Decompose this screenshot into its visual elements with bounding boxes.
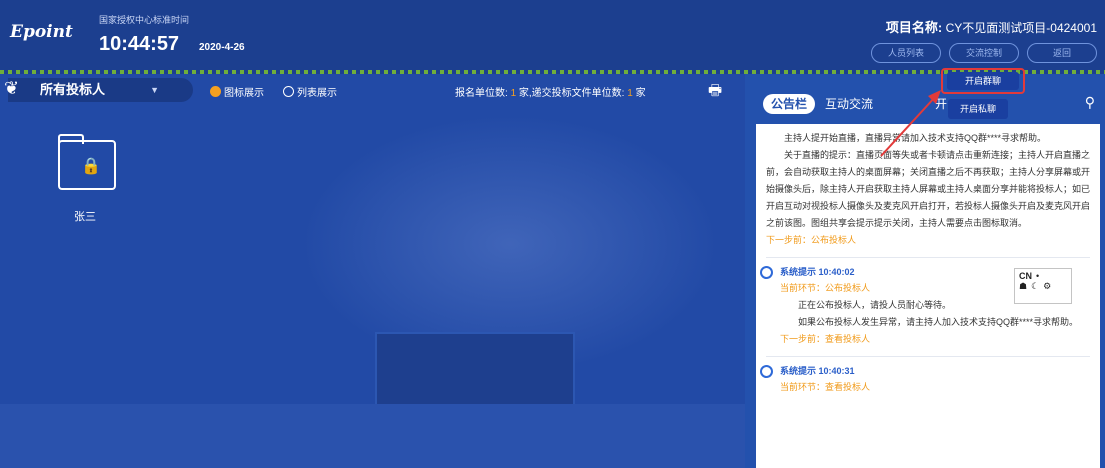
open-private-chat-button[interactable]: 开启私聊 (948, 99, 1008, 119)
open-group-chat-button[interactable]: 开启群聊 (947, 72, 1019, 90)
header-bar: Epoint 国家授权中心标准时间 10:44:57 2020-4-26 项目名… (0, 0, 1105, 74)
clock: 10:44:57 (99, 33, 180, 55)
project-label: 项目名称: (885, 20, 943, 35)
view-list-label: 列表展示 (297, 88, 337, 99)
printer-icon[interactable]: 🖶 (708, 80, 722, 105)
stats-suffix: 家 (635, 88, 646, 99)
stats-mid: 家,递交投标文件单位数: (518, 88, 625, 99)
gear-icon: ⚙ (1043, 281, 1052, 291)
stats-signup-count: 1 (510, 88, 517, 99)
avatar-icon (760, 365, 773, 378)
view-list-radio[interactable]: 列表展示 (283, 84, 337, 99)
system-message-body: 如果公布投标人发生异常，请主持人加入技术支持QQ群****寻求帮助。 (798, 317, 1079, 327)
date: 2020-4-26 (199, 42, 245, 53)
avatar-icon (760, 266, 773, 279)
moon-icon: ☾ (1031, 281, 1040, 291)
time-caption: 国家授权中心标准时间 (99, 15, 190, 25)
search-icon[interactable]: ⚲ (1085, 94, 1095, 111)
bird-icon: ❦ (4, 78, 20, 98)
panel-tabs: 公告栏 互动交流 开 ⚲ (745, 74, 1105, 124)
ime-dot-icon: • (1036, 271, 1040, 281)
bidder-stats: 报名单位数: 1 家,递交投标文件单位数: 1 家 (455, 84, 646, 99)
background-floor (0, 404, 745, 468)
system-message-stage: 当前环节：查看投标人 (780, 382, 871, 392)
epoint-logo: Epoint (10, 22, 73, 42)
next-step-note: 下一步前：查看投标人 (780, 334, 871, 344)
lock-icon: 🔒 (81, 158, 101, 175)
next-step-note: 下一步前：公布投标人 (766, 235, 857, 245)
ime-shirt-icon: ☗ (1019, 281, 1028, 291)
project-title: 项目名称: CY不见面测试项目-0424001 (886, 17, 1097, 36)
project-name: CY不见面测试项目-0424001 (945, 21, 1097, 35)
stats-prefix: 报名单位数: (455, 88, 508, 99)
toolbar: ❦ 所有投标人 ▼ 图标展示 列表展示 报名单位数: 1 家,递交投标文件单位数… (0, 74, 745, 110)
radio-unchecked-icon (283, 86, 294, 97)
chat-control-button[interactable]: 交流控制 (949, 43, 1019, 63)
main-area: ❦ 所有投标人 ▼ 图标展示 列表展示 报名单位数: 1 家,递交投标文件单位数… (0, 74, 745, 468)
bidder-folder[interactable]: 🔒 (58, 134, 116, 190)
bidder-folder-name: 张三 (74, 211, 96, 223)
view-icon-radio[interactable]: 图标展示 (210, 84, 264, 99)
system-message-title: 系统提示 10:40:31 (780, 366, 855, 376)
stats-submitted-count: 1 (627, 88, 633, 99)
tab-partial[interactable]: 开 (935, 94, 947, 114)
view-icon-label: 图标展示 (224, 88, 264, 99)
ime-widget[interactable]: CN • ☗ ☾ ⚙ (1014, 268, 1072, 304)
system-message: 系统提示 10:40:31 当前环节：查看投标人 (760, 356, 1090, 396)
announcement-line: 关于直播的提示：直播页面等失或者卡顿请点击重新连接；主持人开启直播之前，会自动获… (766, 150, 1091, 228)
header-buttons: 人员列表 交流控制 返回 (871, 43, 1097, 63)
tab-announcement[interactable]: 公告栏 (763, 94, 815, 114)
bidder-selector-label: 所有投标人 (40, 82, 106, 97)
bidder-selector[interactable]: ❦ 所有投标人 ▼ (4, 78, 193, 102)
announcement-line: 主持人提开始直播，直播异常请加入技术支持QQ群****寻求帮助。 (784, 133, 1047, 143)
tab-interaction[interactable]: 互动交流 (825, 94, 873, 114)
chevron-down-icon: ▼ (150, 85, 159, 95)
ime-lang: CN (1019, 271, 1032, 281)
radio-checked-icon (210, 86, 221, 97)
people-list-button[interactable]: 人员列表 (871, 43, 941, 63)
back-button[interactable]: 返回 (1027, 43, 1097, 63)
